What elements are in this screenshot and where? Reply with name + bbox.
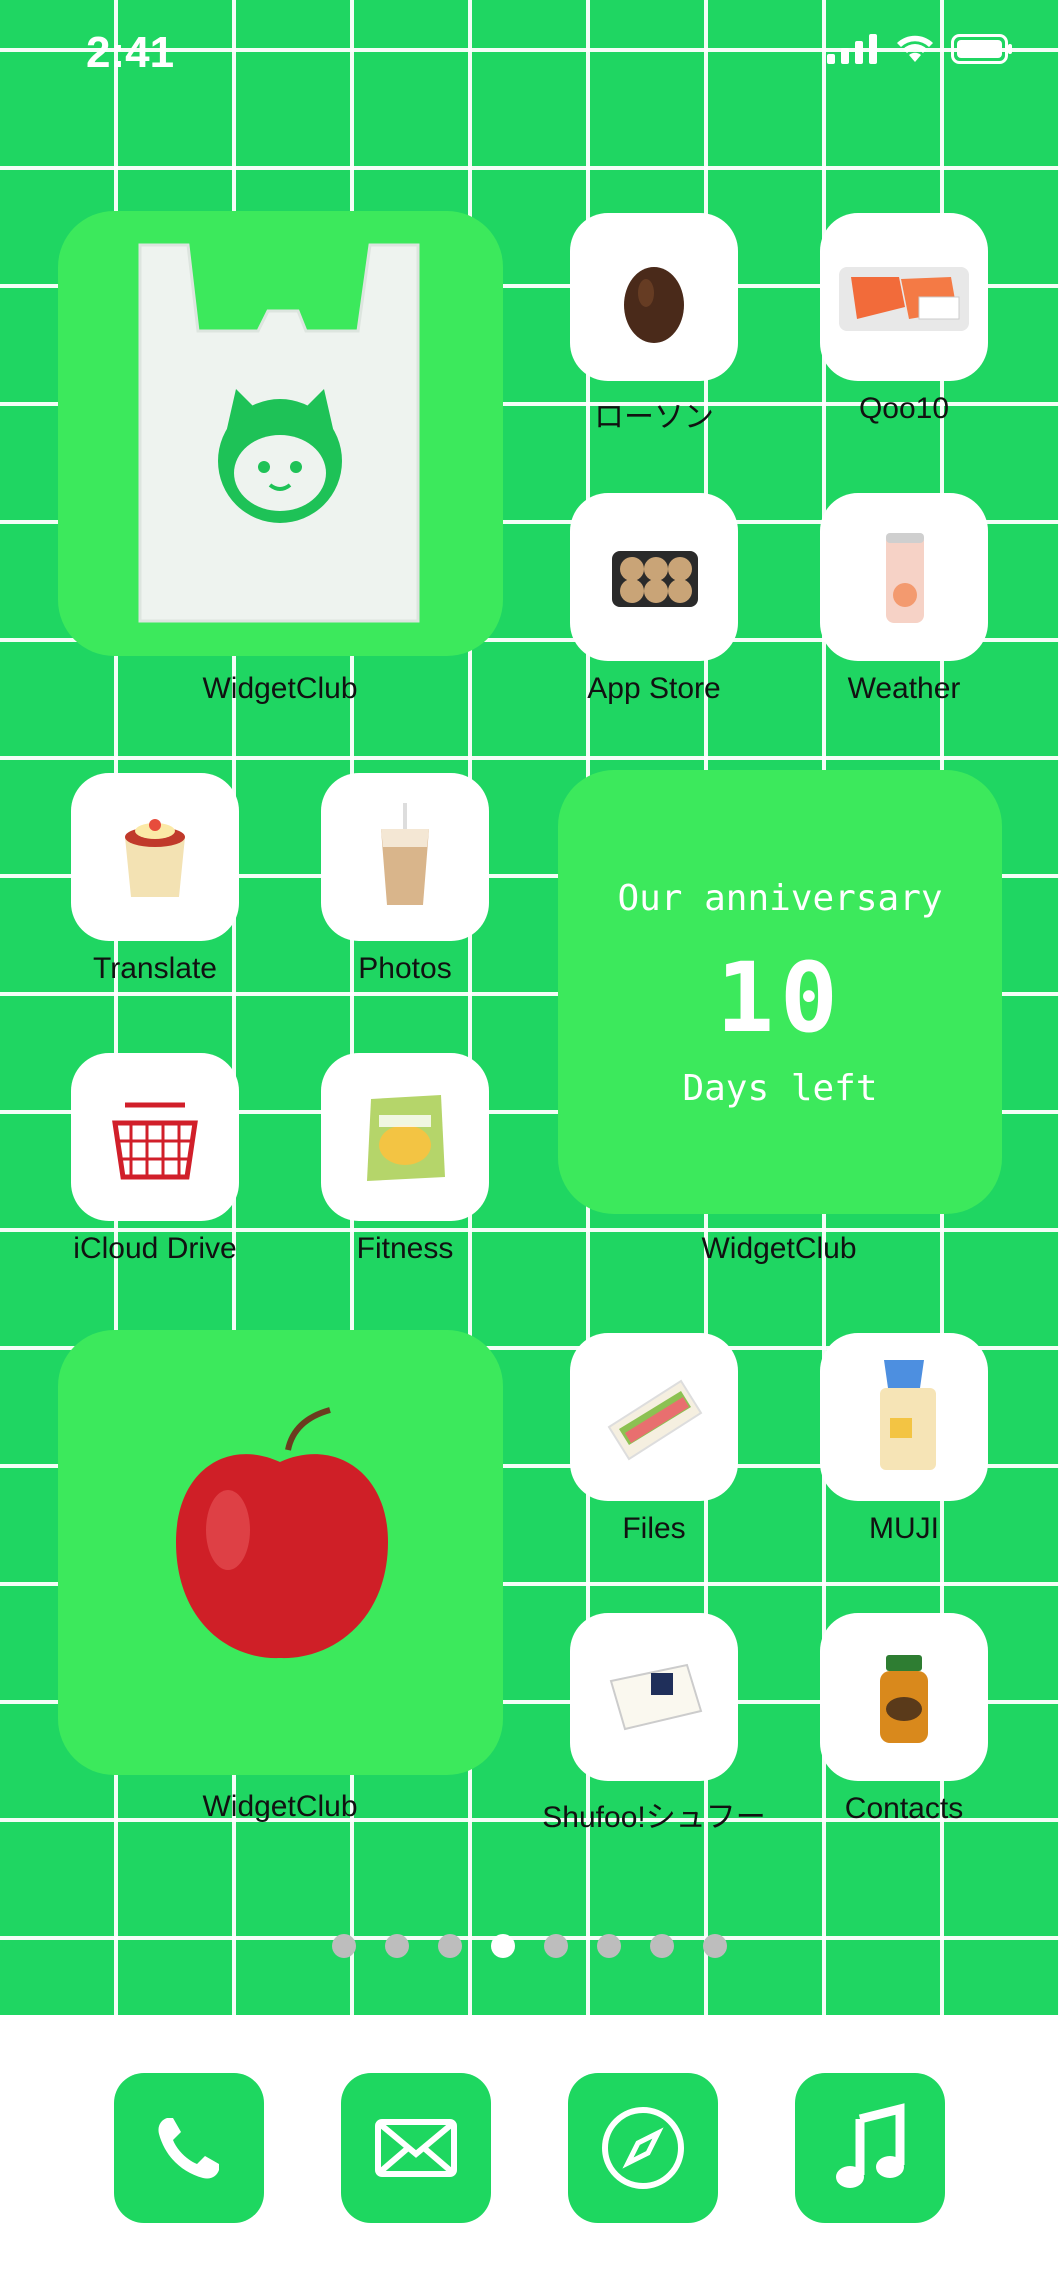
page-indicator[interactable]: [0, 1934, 1059, 1958]
peach-drink-can-icon: [886, 533, 924, 623]
app-files[interactable]: [570, 1333, 738, 1501]
apple-icon: [176, 1407, 388, 1659]
pudding-cup-icon: [125, 819, 185, 897]
page-dot[interactable]: [703, 1934, 727, 1958]
app-label: ローソン: [594, 401, 714, 434]
battery-icon: [951, 34, 1012, 64]
app-translate[interactable]: [71, 773, 239, 941]
app-icloud-drive[interactable]: [71, 1053, 239, 1221]
app-app-store[interactable]: [570, 493, 738, 661]
app-label: Fitness: [356, 1232, 454, 1265]
status-icons: [827, 34, 1013, 64]
page-dot[interactable]: [438, 1934, 462, 1958]
app-photos[interactable]: [321, 773, 489, 941]
app-label: Translate: [93, 952, 217, 985]
salmon-pack-icon: [839, 267, 969, 331]
page-dot[interactable]: [597, 1934, 621, 1958]
dock-mail-app[interactable]: [341, 2073, 491, 2223]
cellular-signal-icon: [827, 34, 877, 64]
app-shufoo[interactable]: [570, 1613, 738, 1781]
widget-label: WidgetClub: [202, 1790, 358, 1823]
app-label: MUJI: [869, 1512, 939, 1545]
app-label: Weather: [847, 672, 961, 705]
app-label: App Store: [587, 672, 721, 705]
widget-apple[interactable]: [58, 1330, 503, 1775]
page-dot[interactable]: [650, 1934, 674, 1958]
dock-phone-app[interactable]: [114, 2073, 264, 2223]
iced-coffee-icon: [381, 803, 429, 905]
widget-label: WidgetClub: [701, 1232, 857, 1265]
avocado-icon: [624, 267, 684, 343]
app-weather[interactable]: [820, 493, 988, 661]
app-label: Files: [622, 1512, 686, 1545]
app-contacts[interactable]: [820, 1613, 988, 1781]
page-dot[interactable]: [385, 1934, 409, 1958]
wifi-icon: [897, 35, 933, 62]
bread-loaf-icon: [880, 1360, 936, 1470]
app-label: iCloud Drive: [73, 1232, 237, 1265]
widget-anniversary-countdown[interactable]: Our anniversary 10 Days left: [558, 770, 1002, 1214]
tofu-pack-icon: [609, 1663, 703, 1731]
app-qoo10[interactable]: [820, 213, 988, 381]
compass-icon: [602, 2107, 684, 2189]
phone-icon: [158, 2118, 219, 2179]
music-note-icon: [836, 2103, 905, 2188]
app-label: Contacts: [844, 1792, 964, 1825]
app-label: Shufoo!シュフー: [542, 1801, 766, 1834]
app-label: Photos: [358, 952, 452, 985]
countdown-number: 10: [716, 942, 844, 1054]
status-bar: 2:41: [0, 0, 1059, 110]
page-dot-active[interactable]: [491, 1934, 515, 1958]
dock: [0, 2015, 1059, 2295]
sandwich-icon: [607, 1379, 703, 1461]
melon-bread-icon: [367, 1095, 445, 1181]
app-lawson[interactable]: [570, 213, 738, 381]
widget-shopping-bag[interactable]: [58, 211, 503, 656]
dock-safari-app[interactable]: [568, 2073, 718, 2223]
countdown-title: Our anniversary: [617, 878, 943, 919]
app-label: Qoo10: [858, 392, 950, 425]
countdown-subtitle: Days left: [682, 1068, 878, 1109]
status-time: 2:41: [86, 28, 175, 77]
widget-label: WidgetClub: [202, 672, 358, 705]
mail-icon: [375, 2119, 457, 2177]
dock-music-app[interactable]: [795, 2073, 945, 2223]
mushroom-pack-icon: [612, 551, 698, 607]
shopping-bag-icon: [138, 243, 420, 623]
honey-jar-icon: [880, 1655, 928, 1743]
page-dot[interactable]: [332, 1934, 356, 1958]
shopping-basket-icon: [112, 1102, 198, 1180]
app-muji[interactable]: [820, 1333, 988, 1501]
page-dot[interactable]: [544, 1934, 568, 1958]
app-fitness[interactable]: [321, 1053, 489, 1221]
